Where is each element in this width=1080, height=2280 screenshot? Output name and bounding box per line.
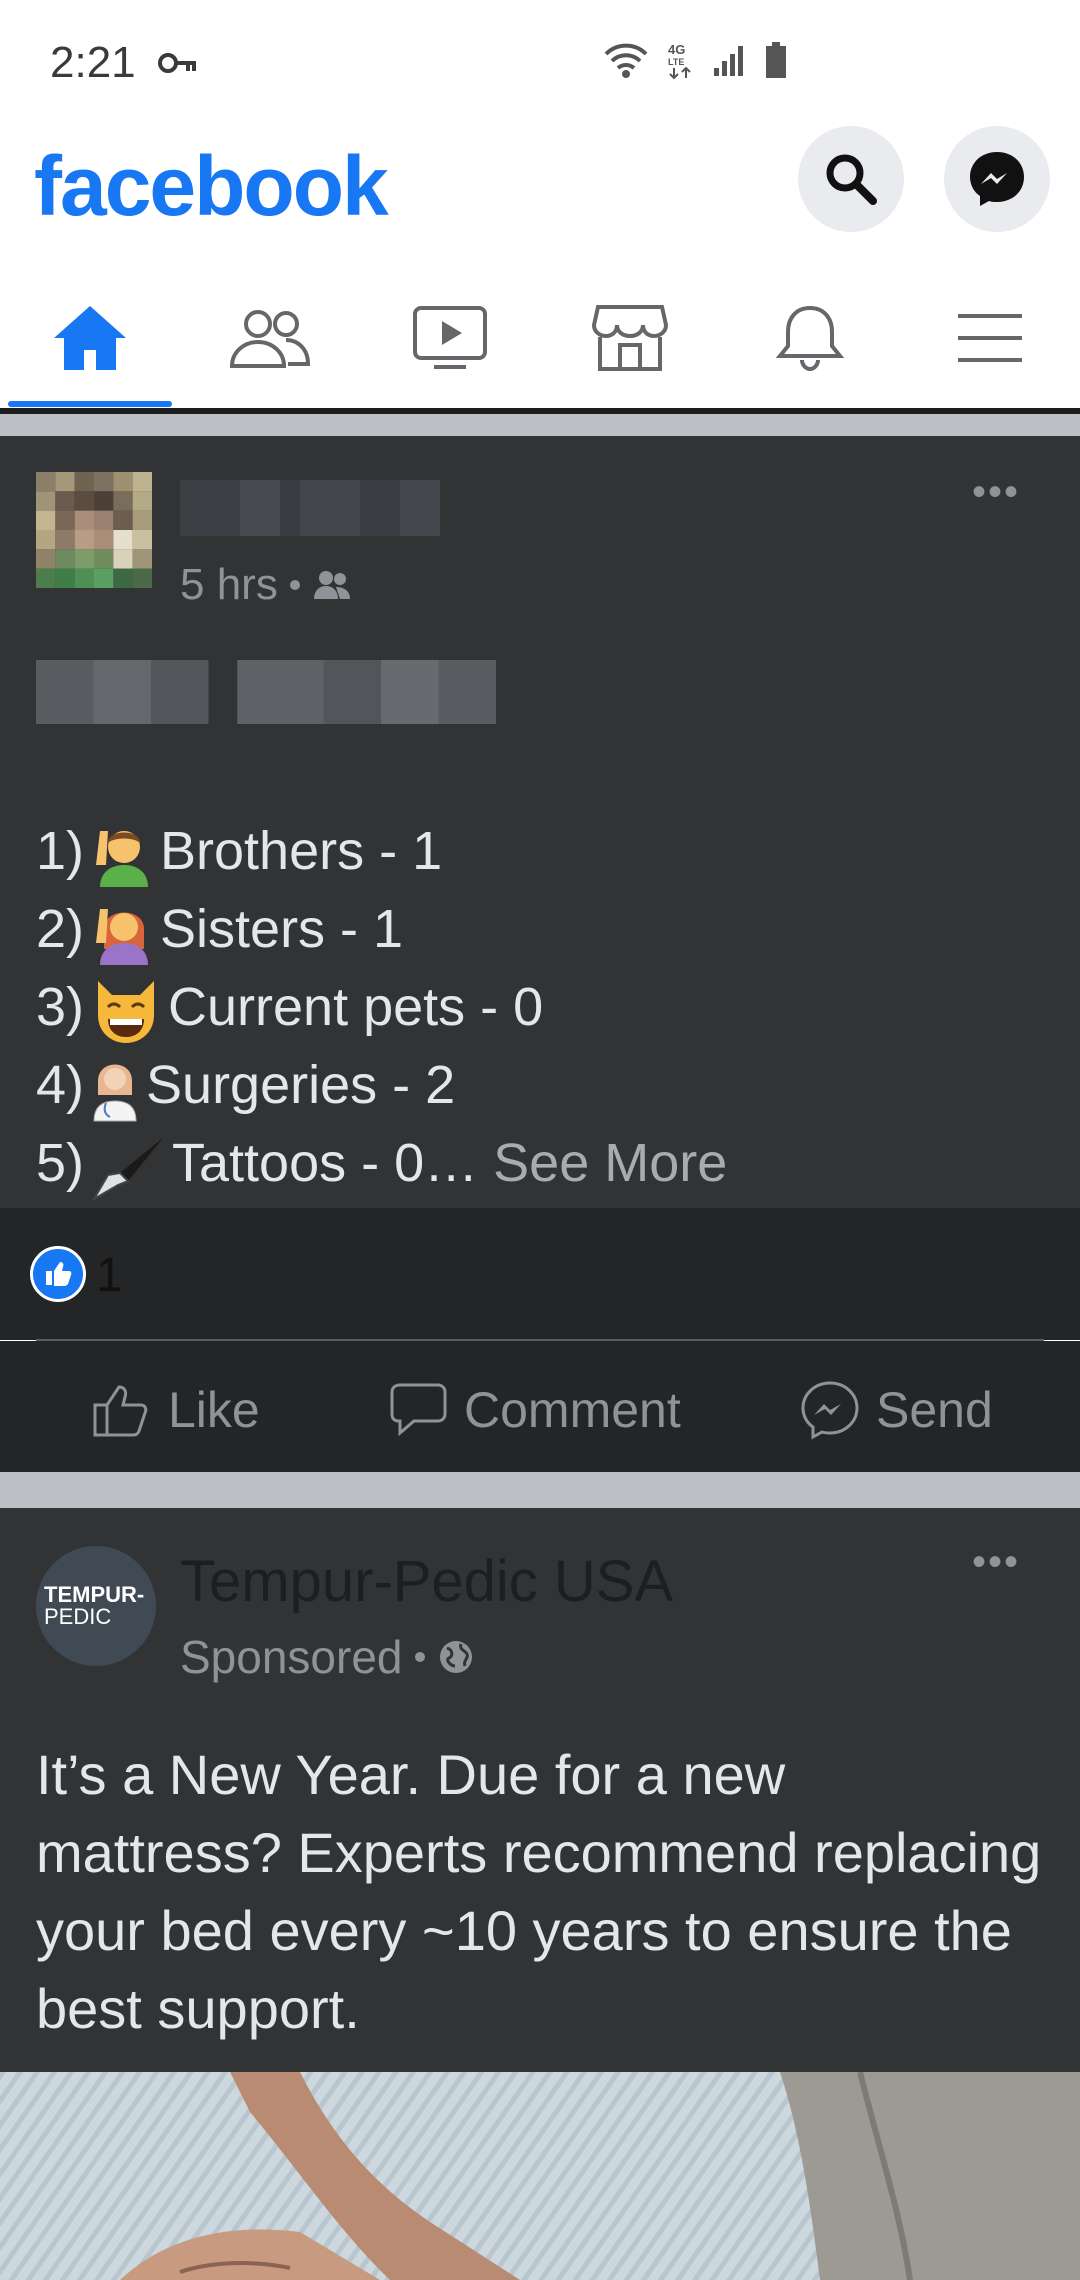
health-worker-woman-icon [93, 1064, 137, 1122]
meta-dot [289, 580, 300, 590]
thumbs-up-icon [46, 1262, 72, 1286]
see-more-link[interactable]: See More [493, 1133, 727, 1193]
hamburger-icon [958, 314, 1022, 362]
grinning-cat-icon [98, 980, 155, 1043]
active-tab-indicator [8, 401, 172, 407]
post-meta: 5 hrs [180, 560, 352, 610]
mattress-photo [0, 2072, 1080, 2280]
like-label: Like [168, 1382, 260, 1438]
facebook-logo[interactable]: facebook [34, 138, 389, 235]
post-time[interactable]: 5 hrs [180, 560, 278, 610]
friends-audience-icon[interactable] [312, 569, 352, 601]
svg-text:LTE: LTE [668, 57, 684, 67]
post-line: 4) Surgeries - 2 [36, 1054, 455, 1123]
comment-label: Comment [464, 1382, 681, 1438]
post-line: 3) Current pets - 0 [36, 976, 543, 1045]
post-line: 5) Tattoos - 0… See More [36, 1132, 727, 1201]
messenger-button[interactable] [944, 126, 1050, 232]
post-intro-redacted [36, 660, 496, 724]
raising-hand-woman-icon [96, 908, 149, 965]
globe-icon[interactable] [437, 1638, 475, 1676]
lte-icon: 4G LTE [668, 42, 691, 80]
friends-icon [229, 310, 311, 368]
messenger-icon [801, 1381, 859, 1440]
tab-notifications[interactable] [720, 268, 900, 408]
svg-text:4G: 4G [668, 42, 685, 57]
avatar[interactable] [36, 472, 152, 588]
send-label: Send [876, 1382, 993, 1438]
wifi-icon [604, 43, 648, 78]
ad-image[interactable] [0, 2072, 1080, 2280]
comment-icon [390, 1383, 447, 1437]
post-line: 1) Brothers - 1 [36, 820, 442, 889]
status-time: 2:21 [50, 38, 136, 87]
advertiser-logo[interactable]: TEMPUR- PEDIC [36, 1546, 156, 1666]
post-options-button[interactable]: ••• [972, 470, 1020, 515]
store-icon [592, 305, 668, 371]
fountain-pen-icon [91, 1136, 165, 1201]
raising-hand-man-icon [96, 830, 149, 887]
post-options-button[interactable]: ••• [972, 1540, 1020, 1585]
status-icons: 4G LTE [602, 40, 788, 80]
tab-menu[interactable] [900, 268, 1080, 408]
signal-icon [714, 46, 743, 76]
feed-separator [0, 1472, 1080, 1508]
comment-button[interactable]: Comment [390, 1370, 681, 1450]
reactions-bar [0, 1208, 1080, 1340]
tab-friends[interactable] [180, 268, 360, 408]
status-bar: 2:21 4G LTE [0, 0, 1080, 128]
vpn-key-icon [158, 53, 196, 73]
like-button[interactable]: Like [92, 1370, 260, 1450]
advertiser-name[interactable]: Tempur-Pedic USA [180, 1548, 673, 1615]
ad-body-text: It’s a New Year. Due for a new mattress?… [36, 1743, 1042, 2040]
messenger-icon [970, 152, 1024, 206]
sponsored-meta: Sponsored [180, 1630, 475, 1684]
author-name-redacted[interactable] [180, 480, 440, 536]
like-count[interactable]: 1 [96, 1248, 123, 1303]
tab-marketplace[interactable] [540, 268, 720, 408]
bell-icon [776, 305, 844, 372]
meta-dot [414, 1652, 425, 1662]
tab-home[interactable] [0, 268, 180, 408]
like-reaction-badge[interactable] [30, 1246, 86, 1302]
sponsored-label[interactable]: Sponsored [180, 1630, 403, 1684]
feed-separator [0, 414, 1080, 436]
tab-watch[interactable] [360, 268, 540, 408]
video-icon [413, 306, 487, 369]
search-icon [826, 154, 877, 205]
home-icon [54, 306, 126, 370]
search-button[interactable] [798, 126, 904, 232]
battery-icon [766, 42, 786, 78]
send-button[interactable]: Send [800, 1370, 993, 1450]
post-line: 2) Sisters - 1 [36, 898, 403, 967]
thumbs-up-icon [93, 1385, 148, 1437]
